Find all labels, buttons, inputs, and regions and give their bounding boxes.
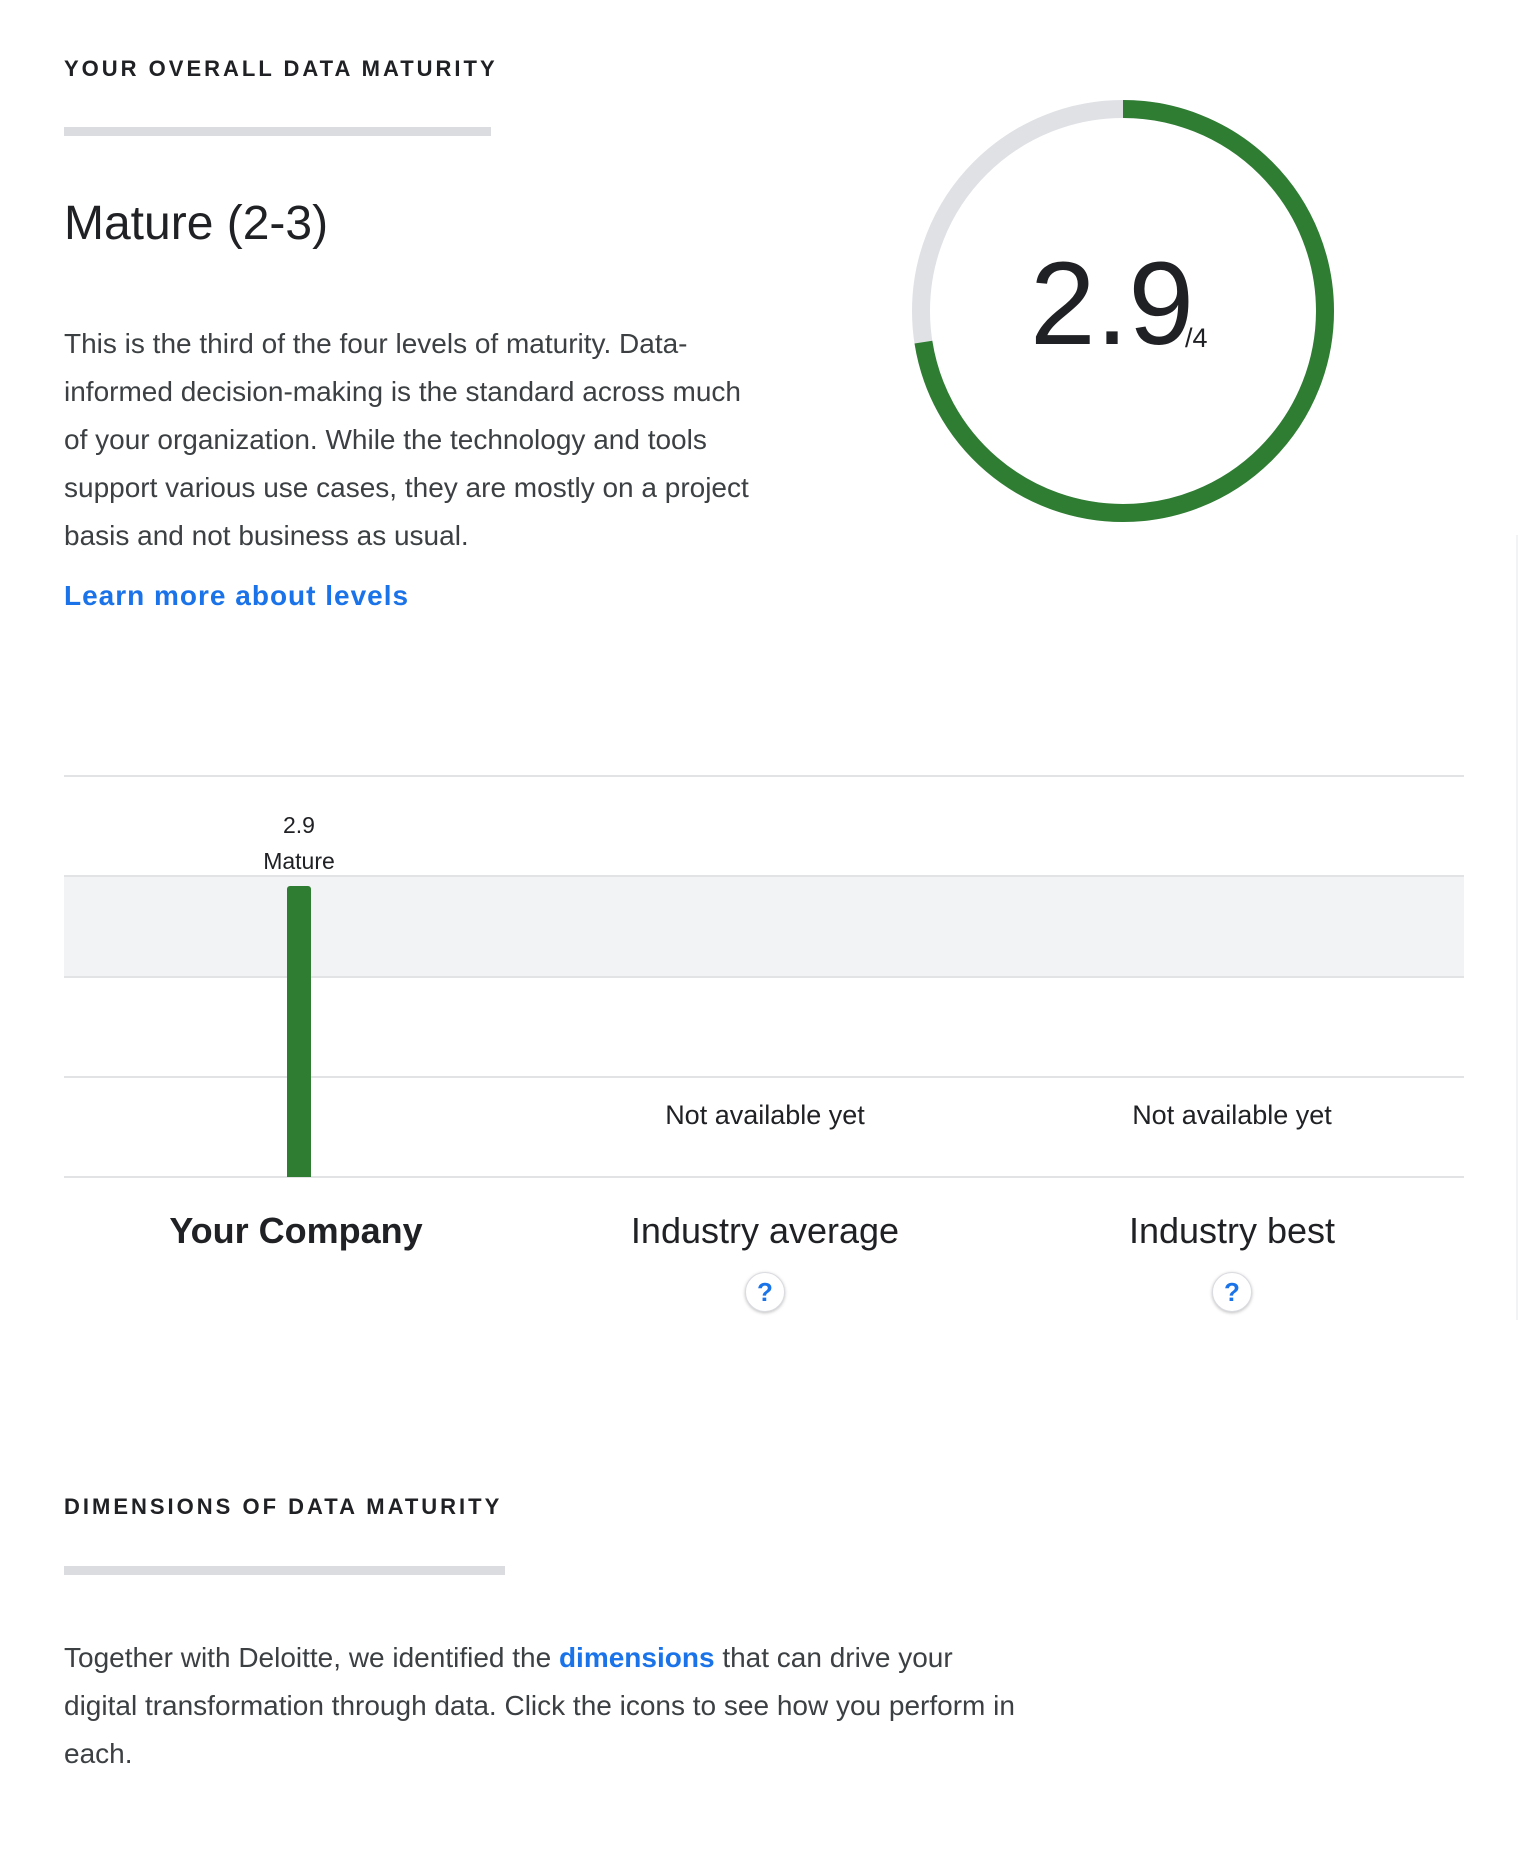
chart-baseline [64, 1176, 1464, 1178]
heading-underline [64, 1566, 505, 1575]
heading-underline [64, 127, 491, 136]
dimensions-description: Together with Deloitte, we identified th… [64, 1634, 1024, 1778]
score-value: 2.9 [1030, 238, 1195, 370]
category-industry-best: Industry best [1128, 1210, 1336, 1251]
bar-level-label: Mature [263, 848, 335, 875]
learn-more-link[interactable]: Learn more about levels [64, 580, 409, 612]
score-max: /4 [1185, 323, 1208, 353]
dimensions-link[interactable]: dimensions [559, 1642, 715, 1673]
question-mark-icon[interactable]: ? [745, 1272, 785, 1312]
gridline [64, 775, 1464, 777]
industry-best-unavailable: Not available yet [1132, 1100, 1332, 1130]
maturity-level-title: Mature (2-3) [64, 197, 329, 250]
category-industry-average: Industry average [630, 1210, 900, 1251]
scrollbar-track[interactable] [1516, 535, 1518, 1320]
dimensions-desc-text: Together with Deloitte, we identified th… [64, 1642, 559, 1673]
gridline [64, 875, 1464, 878]
mature-level-band [64, 876, 1464, 977]
overall-maturity-heading: YOUR OVERALL DATA MATURITY [64, 56, 498, 81]
maturity-level-description: This is the third of the four levels of … [64, 328, 749, 551]
industry-average-unavailable: Not available yet [665, 1100, 865, 1130]
bar-value-label: 2.9 [283, 812, 315, 839]
gridline [64, 1075, 1464, 1078]
category-your-company: Your Company [169, 1210, 423, 1251]
question-mark-icon[interactable]: ? [1212, 1272, 1252, 1312]
gridline [64, 975, 1464, 978]
dimensions-heading: DIMENSIONS OF DATA MATURITY [64, 1494, 503, 1519]
bar-your-company [287, 886, 311, 1177]
